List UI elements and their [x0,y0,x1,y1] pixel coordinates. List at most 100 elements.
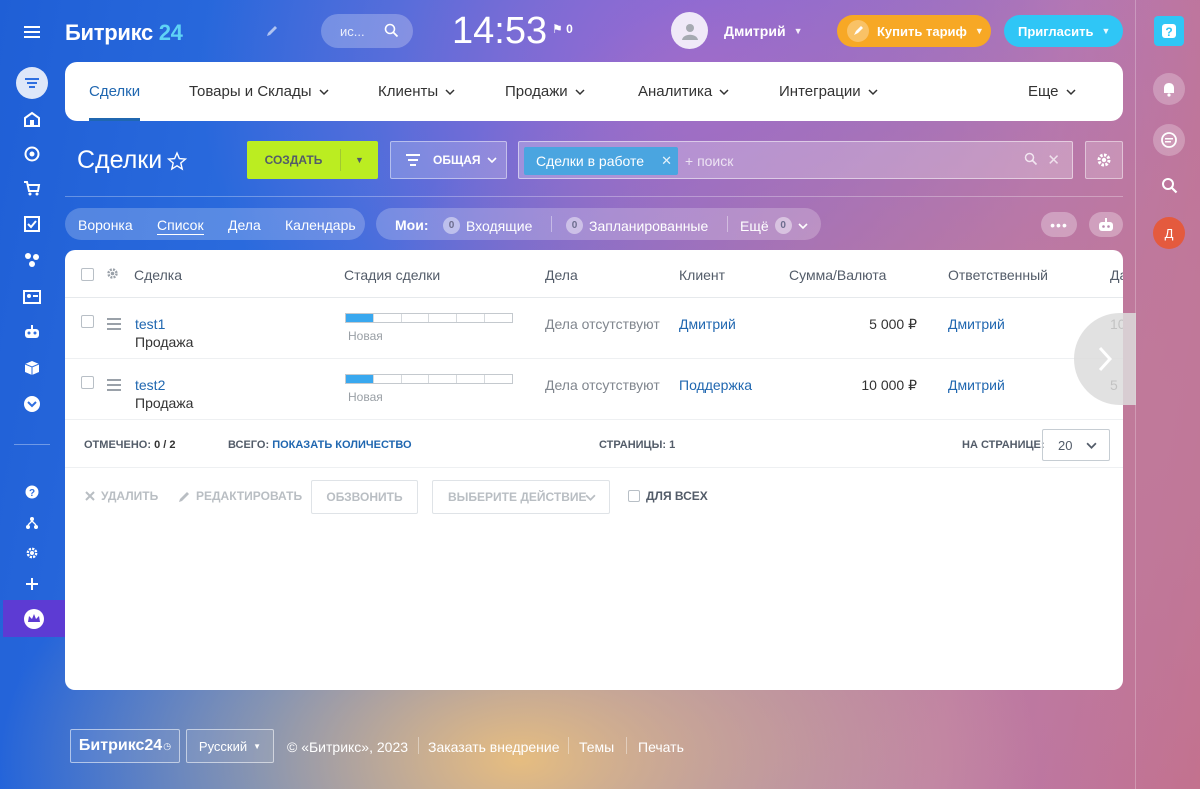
stage-segment[interactable] [485,314,512,322]
footer-logo[interactable]: Битрикс24 ◷ [70,729,180,763]
more-down-icon[interactable] [16,388,48,420]
close-icon[interactable]: ✕ [661,153,672,169]
responsible-link[interactable]: Дмитрий [948,377,1005,393]
cart-icon[interactable] [16,172,48,204]
counter-more[interactable]: Ещё 0 [740,217,808,234]
column-header-stage[interactable]: Стадия сделки [344,267,440,283]
for-all-checkbox[interactable] [628,490,640,502]
tasks-icon[interactable] [16,208,48,240]
stage-progress-bar[interactable] [345,374,513,384]
tab-integrations[interactable]: Интеграции [779,83,878,100]
edit-button[interactable]: РЕДАКТИРОВАТЬ [178,489,302,503]
client-link[interactable]: Дмитрий [679,316,736,332]
stage-segment[interactable] [402,314,430,322]
table-row[interactable]: test1 Продажа Новая Дела отсутствуют Дми… [65,298,1123,359]
clear-icon[interactable]: ✕ [1047,151,1060,169]
crown-icon[interactable] [3,600,65,637]
structure-icon[interactable] [16,507,48,539]
robot-icon[interactable] [1089,212,1123,237]
bitrix-logo[interactable]: Битрикс 24 [65,20,183,46]
view-list[interactable]: Список [157,217,204,235]
column-header-activities[interactable]: Дела [545,267,578,283]
filter-preset-button[interactable]: ОБЩАЯ [390,141,507,179]
flag-counter[interactable]: ⚑ 0 [552,22,573,36]
row-menu-icon[interactable] [107,318,121,333]
column-header-date[interactable]: Да [1110,267,1123,283]
counter-incoming[interactable]: 0 Входящие [443,217,532,234]
user-menu[interactable]: Дмитрий ▼ [671,12,802,49]
settings-gear-icon[interactable] [1085,141,1123,179]
star-icon[interactable] [166,151,188,176]
call-button[interactable]: ОБЗВОНИТЬ [311,480,418,514]
tab-clients[interactable]: Клиенты [378,83,455,100]
sites-icon[interactable] [16,244,48,276]
tab-products[interactable]: Товары и Склады [189,83,329,100]
invite-button[interactable]: Пригласить ▼ [1004,15,1123,47]
help-question-icon[interactable]: ? [1154,16,1184,46]
row-checkbox[interactable] [81,376,94,389]
table-row[interactable]: test2 Продажа Новая Дела отсутствуют Под… [65,359,1123,420]
deal-title-link[interactable]: test1 [135,316,165,332]
help-icon[interactable]: ? [16,476,48,508]
box-icon[interactable] [16,352,48,384]
crm-funnel-icon[interactable] [16,67,48,99]
more-dots-button[interactable]: ••• [1041,212,1077,237]
buy-plan-button[interactable]: Купить тариф ▼ [837,15,991,47]
deal-title-link[interactable]: test2 [135,377,165,393]
company-icon[interactable] [16,103,48,135]
column-header-responsible[interactable]: Ответственный [948,267,1048,283]
row-menu-icon[interactable] [107,379,121,394]
responsible-link[interactable]: Дмитрий [948,316,1005,332]
column-header-deal[interactable]: Сделка [134,267,182,283]
themes-link[interactable]: Темы [579,739,614,755]
stage-segment[interactable] [457,375,486,383]
tab-analytics[interactable]: Аналитика [638,83,729,100]
stage-segment[interactable] [429,375,458,383]
stage-segment[interactable] [485,375,512,383]
view-activities[interactable]: Дела [228,217,261,233]
client-link[interactable]: Поддержка [679,377,752,393]
stage-progress-bar[interactable] [345,313,513,323]
show-count-link[interactable]: ПОКАЗАТЬ КОЛИЧЕСТВО [272,439,411,451]
create-button[interactable]: СОЗДАТЬ ▼ [247,141,378,179]
header-search-input[interactable]: ис... [321,14,413,48]
search-icon[interactable] [1153,169,1185,201]
row-checkbox[interactable] [81,315,94,328]
stage-segment[interactable] [429,314,458,322]
chat-icon[interactable] [1153,124,1185,156]
chevron-down-icon[interactable]: ▼ [341,155,378,165]
tab-sales[interactable]: Продажи [505,83,585,100]
counter-planned[interactable]: 0 Запланированные [566,217,708,234]
column-header-amount[interactable]: Сумма/Валюта [789,267,886,283]
edit-pencil-icon[interactable] [265,24,279,43]
stage-segment[interactable] [374,314,402,322]
view-funnel[interactable]: Воронка [78,217,133,233]
menu-burger-icon[interactable] [16,16,48,48]
tab-more[interactable]: Еще [1028,83,1076,100]
stage-segment[interactable] [457,314,486,322]
add-plus-icon[interactable] [16,568,48,600]
select-all-checkbox[interactable] [81,268,94,281]
column-header-client[interactable]: Клиент [679,267,725,283]
filter-search-field[interactable]: Сделки в работе ✕ + поиск ✕ [518,141,1073,179]
bell-icon[interactable] [1153,73,1185,105]
target-icon[interactable] [16,138,48,170]
delete-button[interactable]: УДАЛИТЬ [84,489,158,503]
tab-deals[interactable]: Сделки [89,83,140,100]
stage-segment[interactable] [374,375,402,383]
column-settings-gear-icon[interactable] [106,267,119,283]
order-implementation-link[interactable]: Заказать внедрение [428,739,560,755]
contact-card-icon[interactable] [16,281,48,313]
settings-gear-icon[interactable] [16,537,48,569]
stage-segment[interactable] [346,314,374,322]
user-avatar[interactable]: Д [1153,217,1185,249]
stage-segment[interactable] [402,375,430,383]
view-calendar[interactable]: Календарь [285,217,356,233]
for-all-toggle[interactable]: ДЛЯ ВСЕХ [628,489,708,503]
print-link[interactable]: Печать [638,739,684,755]
robot-icon[interactable] [16,316,48,348]
search-icon[interactable] [1024,152,1038,171]
stage-segment[interactable] [346,375,374,383]
clock[interactable]: 14:53 [452,10,547,53]
filter-tag[interactable]: Сделки в работе ✕ [524,147,678,175]
